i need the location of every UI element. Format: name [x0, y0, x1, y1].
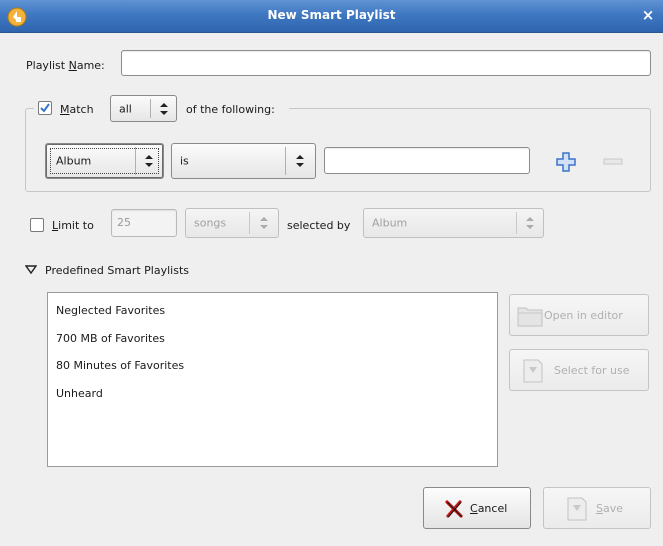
limit-label: Limit to [52, 219, 94, 232]
list-item[interactable]: 700 MB of Favorites [56, 332, 165, 345]
playlist-name-label: Playlist Name: [26, 59, 105, 72]
select-for-use-button[interactable]: Select for use [509, 349, 649, 391]
cancel-button[interactable]: Cancel [423, 487, 531, 529]
list-item[interactable]: Neglected Favorites [56, 304, 165, 317]
cancel-label: Cancel [470, 502, 508, 515]
limit-checkbox[interactable] [30, 218, 44, 232]
folder-icon [517, 307, 543, 327]
save-button[interactable]: Save [543, 487, 651, 529]
expander-arrow-icon[interactable] [25, 265, 37, 275]
updown-arrows-icon [260, 217, 268, 229]
predefined-list[interactable]: Neglected Favorites 700 MB of Favorites … [47, 292, 498, 467]
limit-amount-field[interactable]: 25 [111, 209, 177, 237]
match-checkbox[interactable] [38, 101, 52, 115]
minus-icon[interactable] [602, 157, 624, 167]
predefined-header[interactable]: Predefined Smart Playlists [45, 264, 189, 277]
title-bar[interactable]: New Smart Playlist × [0, 0, 663, 33]
window-title: New Smart Playlist [267, 8, 396, 22]
cancel-x-icon [445, 500, 463, 518]
limit-unit-combo[interactable]: songs [185, 208, 279, 238]
match-label: Match [60, 103, 94, 116]
updown-arrows-icon [145, 155, 153, 167]
checkmark-icon [40, 103, 50, 113]
save-icon [567, 497, 587, 521]
match-mode-combo[interactable]: all [110, 95, 177, 122]
updown-arrows-icon [526, 217, 534, 229]
match-suffix: of the following: [186, 103, 275, 116]
updown-arrows-icon [160, 102, 168, 115]
list-item[interactable]: Unheard [56, 387, 103, 400]
plus-icon[interactable] [555, 151, 577, 173]
criteria-value-field[interactable] [324, 147, 530, 174]
select-document-icon [523, 359, 543, 383]
playlist-name-field[interactable] [121, 50, 651, 76]
save-label: Save [596, 502, 624, 515]
open-in-editor-button[interactable]: Open in editor [509, 294, 649, 336]
criteria-field-combo[interactable]: Album [45, 143, 164, 179]
list-item[interactable]: 80 Minutes of Favorites [56, 359, 184, 372]
close-icon[interactable]: × [639, 6, 657, 24]
selected-by-combo[interactable]: Album [363, 208, 544, 238]
criteria-operator-combo[interactable]: is [171, 143, 316, 179]
selected-by-label: selected by [287, 219, 351, 232]
updown-arrows-icon [296, 155, 304, 167]
